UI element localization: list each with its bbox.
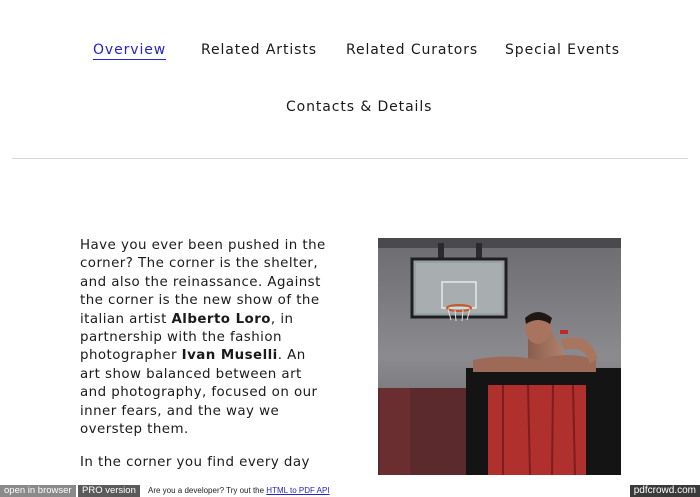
open-in-browser-button[interactable]: open in browser <box>0 485 76 497</box>
header-divider <box>12 158 688 159</box>
pro-version-button[interactable]: PRO version <box>78 485 140 497</box>
second-paragraph: In the corner you find every day <box>80 455 310 471</box>
intro-paragraph: Have you ever been pushed in the corner?… <box>80 237 330 439</box>
pdfcrowd-bar: open in browser PRO version Are you a de… <box>0 484 700 497</box>
pdfcrowd-logo[interactable]: pdfcrowd.com <box>629 485 700 497</box>
nav-overview[interactable]: Overview <box>93 42 167 60</box>
developer-promo-text: Are you a developer? Try out the <box>148 486 267 495</box>
exhibition-photo <box>378 238 621 475</box>
nav-contacts-details[interactable]: Contacts & Details <box>286 99 432 115</box>
developer-promo: Are you a developer? Try out the HTML to… <box>148 486 330 495</box>
main-navigation: Overview Related Artists Related Curator… <box>0 0 700 160</box>
nav-special-events[interactable]: Special Events <box>505 42 620 58</box>
photographer-name: Ivan Muselli <box>181 348 278 364</box>
article-text: Have you ever been pushed in the corner?… <box>80 237 330 488</box>
html-to-pdf-api-link[interactable]: HTML to PDF API <box>266 486 329 495</box>
artist-name: Alberto Loro <box>171 311 271 327</box>
nav-related-curators[interactable]: Related Curators <box>346 42 478 58</box>
nav-related-artists[interactable]: Related Artists <box>201 42 317 58</box>
